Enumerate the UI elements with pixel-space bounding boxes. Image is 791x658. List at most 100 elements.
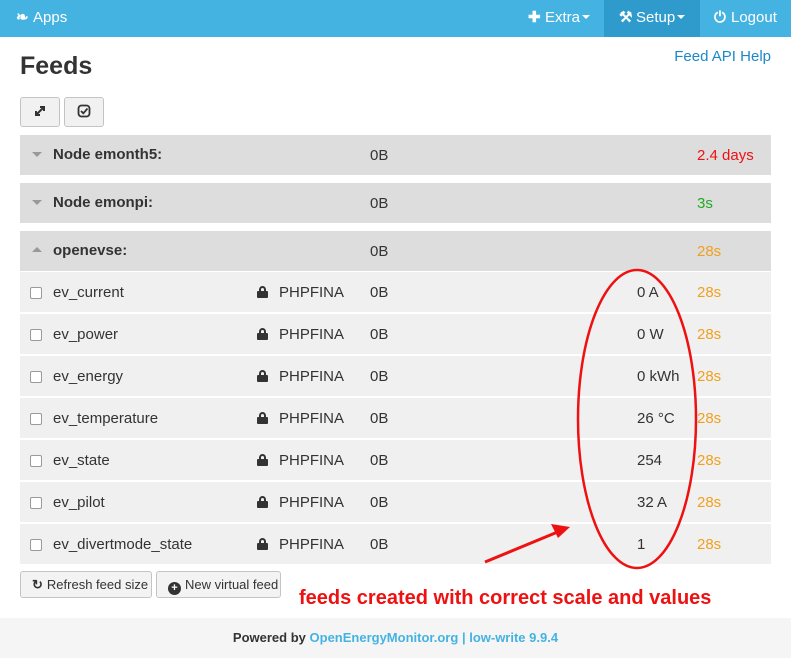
node-size: 0B	[370, 147, 389, 164]
node-size: 0B	[370, 243, 389, 260]
nav-logout-link[interactable]: ⏻ Logout	[714, 0, 777, 37]
feed-name: ev_state	[53, 452, 110, 469]
page-title: Feeds	[20, 52, 93, 80]
feed-name: ev_energy	[53, 368, 124, 385]
lock-icon	[257, 454, 268, 466]
leaf-icon: ❧	[16, 9, 29, 26]
feed-size: 0B	[370, 368, 389, 385]
feed-checkbox[interactable]	[30, 287, 42, 299]
feed-checkbox[interactable]	[30, 455, 42, 467]
feed-engine: PHPFINA	[279, 326, 345, 343]
feed-name: ev_power	[53, 326, 119, 343]
feed-last-update: 28s	[697, 368, 722, 385]
feed-row[interactable]: ev_energy PHPFINA 0B 0 kWh 28s	[20, 356, 771, 397]
feed-engine: PHPFINA	[279, 494, 345, 511]
caret-down-icon	[32, 200, 42, 205]
caret-down-icon	[32, 152, 42, 157]
feed-value: 26 °C	[637, 410, 675, 427]
feed-row[interactable]: ev_pilot PHPFINA 0B 32 A 28s	[20, 482, 771, 523]
feed-last-update: 28s	[697, 536, 722, 553]
feed-value: 0 kWh	[637, 368, 680, 385]
node-name: Node emonth5:	[53, 146, 163, 163]
top-navbar: ❧ Apps ✚ Extra ⚒ Setup ⏻ Logout	[0, 0, 791, 37]
plus-icon: ✚	[528, 9, 541, 26]
feed-value: 254	[637, 452, 663, 469]
footer-oem-link[interactable]: OpenEnergyMonitor.org	[310, 630, 459, 645]
expand-all-button[interactable]	[20, 97, 60, 127]
node-last-update: 28s	[697, 243, 722, 260]
feed-value: 0 W	[637, 326, 664, 343]
feed-name: ev_current	[53, 284, 124, 301]
select-all-button[interactable]	[64, 97, 104, 127]
nav-apps-label: Apps	[33, 9, 68, 26]
feed-name: ev_divertmode_state	[53, 536, 193, 553]
feed-size: 0B	[370, 410, 389, 427]
feed-engine: PHPFINA	[279, 410, 345, 427]
nav-setup-dropdown[interactable]: ⚒ Setup	[604, 0, 700, 37]
nav-extra-label: Extra	[545, 9, 581, 26]
footer-version: low-write 9.9.4	[469, 630, 559, 645]
expand-icon	[35, 106, 45, 116]
feed-api-help-link[interactable]: Feed API Help	[674, 48, 771, 65]
new-virtual-feed-button[interactable]: + New virtual feed	[156, 571, 281, 598]
feed-value: 0 A	[637, 284, 659, 301]
footer-powered-by: Powered by	[232, 630, 306, 645]
node-header-emonth5[interactable]: Node emonth5: 0B 2.4 days	[20, 135, 771, 175]
check-square-icon	[77, 104, 91, 118]
feed-engine: PHPFINA	[279, 536, 345, 553]
feed-last-update: 28s	[697, 326, 722, 343]
lock-icon	[257, 538, 268, 550]
feed-size: 0B	[370, 536, 389, 553]
node-name: openevse:	[53, 242, 128, 259]
nav-extra-dropdown[interactable]: ✚ Extra	[528, 0, 591, 37]
feed-row[interactable]: ev_divertmode_state PHPFINA 0B 1 28s	[20, 524, 771, 565]
plus-circle-icon: +	[168, 582, 181, 595]
power-icon: ⏻	[714, 9, 726, 26]
footer-separator: |	[461, 630, 466, 645]
feed-name: ev_temperature	[53, 410, 159, 427]
lock-icon	[257, 496, 268, 508]
feed-last-update: 28s	[697, 410, 722, 427]
node-last-update: 3s	[697, 195, 713, 212]
nav-setup-label: Setup	[636, 9, 676, 26]
feed-checkbox[interactable]	[30, 539, 42, 551]
caret-up-icon	[32, 247, 42, 252]
node-size: 0B	[370, 195, 389, 212]
node-header-emonpi[interactable]: Node emonpi: 0B 3s	[20, 183, 771, 223]
feed-row[interactable]: ev_power PHPFINA 0B 0 W 28s	[20, 314, 771, 355]
feed-checkbox[interactable]	[30, 497, 42, 509]
lock-icon	[257, 370, 268, 382]
refresh-icon: ↻	[32, 577, 43, 592]
node-last-update: 2.4 days	[697, 147, 754, 164]
annotation-text: feeds created with correct scale and val…	[299, 587, 712, 609]
feed-row[interactable]: ev_current PHPFINA 0B 0 A 28s	[20, 272, 771, 313]
refresh-feed-size-button[interactable]: ↻ Refresh feed size	[20, 571, 152, 598]
caret-down-icon	[582, 15, 591, 20]
lock-icon	[257, 286, 268, 298]
feed-size: 0B	[370, 452, 389, 469]
feed-checkbox[interactable]	[30, 371, 42, 383]
feed-last-update: 28s	[697, 494, 722, 511]
feed-engine: PHPFINA	[279, 284, 345, 301]
caret-down-icon	[677, 15, 686, 20]
feed-row[interactable]: ev_temperature PHPFINA 0B 26 °C 28s	[20, 398, 771, 439]
feed-checkbox[interactable]	[30, 329, 42, 341]
feed-row[interactable]: ev_state PHPFINA 0B 254 28s	[20, 440, 771, 481]
wrench-icon: ⚒	[619, 9, 633, 26]
refresh-feed-size-label: Refresh feed size	[46, 577, 149, 592]
node-header-openevse[interactable]: openevse: 0B 28s	[20, 231, 771, 271]
feed-value: 1	[637, 536, 646, 553]
feed-engine: PHPFINA	[279, 368, 345, 385]
feed-checkbox[interactable]	[30, 413, 42, 425]
nav-logout-label: Logout	[731, 9, 777, 26]
feed-size: 0B	[370, 326, 389, 343]
footer: Powered by OpenEnergyMonitor.org | low-w…	[0, 618, 791, 658]
feed-name: ev_pilot	[53, 494, 105, 511]
lock-icon	[257, 412, 268, 424]
new-virtual-feed-label: New virtual feed	[185, 577, 279, 592]
feed-size: 0B	[370, 284, 389, 301]
feed-size: 0B	[370, 494, 389, 511]
lock-icon	[257, 328, 268, 340]
node-name: Node emonpi:	[53, 194, 153, 211]
nav-apps-link[interactable]: ❧ Apps	[16, 0, 67, 37]
